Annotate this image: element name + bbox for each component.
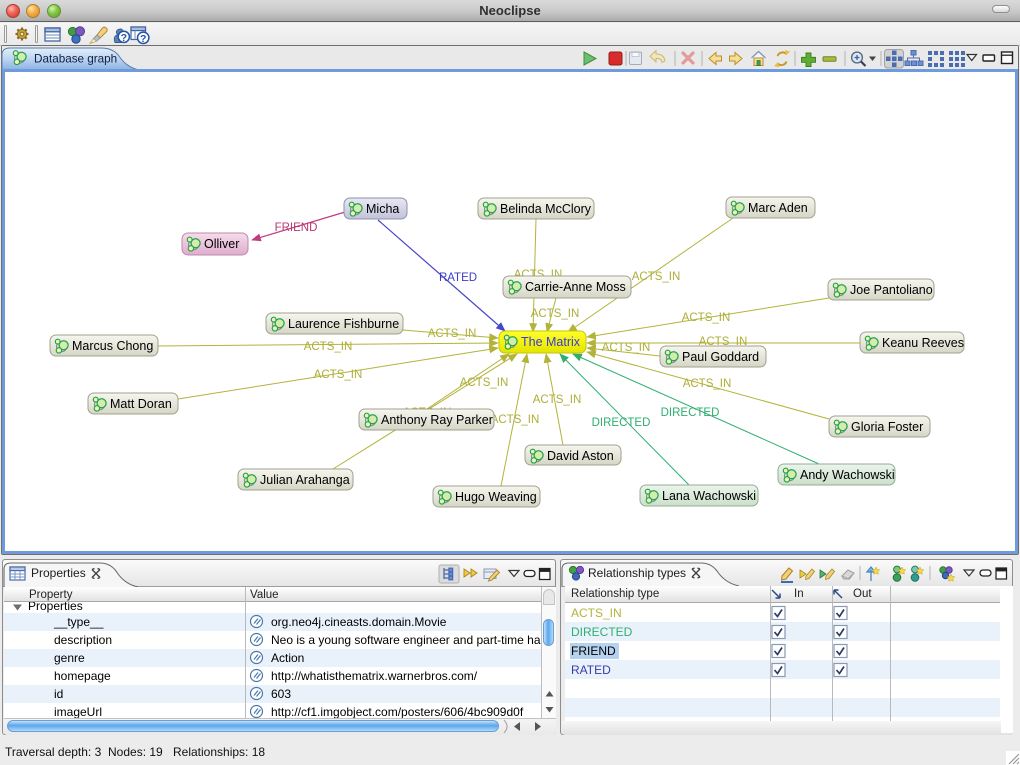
svg-text:Micha: Micha (366, 202, 399, 216)
svg-text:Julian Arahanga: Julian Arahanga (260, 473, 350, 487)
svg-text:ACTS_IN: ACTS_IN (428, 328, 477, 340)
svg-text:Carrie-Anne Moss: Carrie-Anne Moss (525, 280, 626, 294)
svg-text:Belinda McClory: Belinda McClory (500, 202, 592, 216)
svg-text:Keanu Reeves: Keanu Reeves (882, 336, 964, 350)
svg-text:RATED: RATED (439, 272, 477, 284)
svg-text:DIRECTED: DIRECTED (592, 417, 651, 429)
svg-text:ACTS_IN: ACTS_IN (683, 378, 732, 390)
svg-text:David Aston: David Aston (547, 449, 614, 463)
svg-text:Laurence Fishburne: Laurence Fishburne (288, 317, 399, 331)
svg-text:ACTS_IN: ACTS_IN (682, 312, 731, 324)
svg-text:DIRECTED: DIRECTED (661, 407, 720, 419)
svg-text:Hugo Weaving: Hugo Weaving (455, 490, 537, 504)
svg-text:ACTS_IN: ACTS_IN (304, 341, 353, 353)
svg-text:ACTS_IN: ACTS_IN (632, 271, 681, 283)
svg-text:ACTS_IN: ACTS_IN (491, 414, 540, 426)
svg-text:Andy Wachowski: Andy Wachowski (800, 468, 895, 482)
svg-text:ACTS_IN: ACTS_IN (531, 308, 580, 320)
svg-text:Marcus Chong: Marcus Chong (72, 339, 153, 353)
svg-text:Lana Wachowski: Lana Wachowski (662, 489, 756, 503)
svg-text:FRIEND: FRIEND (275, 222, 318, 234)
svg-text:Paul Goddard: Paul Goddard (682, 350, 759, 364)
svg-text:ACTS_IN: ACTS_IN (314, 369, 363, 381)
svg-text:Marc Aden: Marc Aden (748, 201, 808, 215)
svg-text:ACTS_IN: ACTS_IN (460, 377, 509, 389)
svg-text:Gloria Foster: Gloria Foster (851, 420, 923, 434)
svg-text:ACTS_IN: ACTS_IN (602, 342, 651, 354)
svg-text:The Matrix: The Matrix (521, 335, 581, 349)
svg-text:Joe Pantoliano: Joe Pantoliano (850, 283, 933, 297)
svg-text:Matt Doran: Matt Doran (110, 397, 172, 411)
svg-text:Anthony Ray Parker: Anthony Ray Parker (381, 413, 493, 427)
svg-text:ACTS_IN: ACTS_IN (533, 394, 582, 406)
svg-text:Olliver: Olliver (204, 237, 239, 251)
